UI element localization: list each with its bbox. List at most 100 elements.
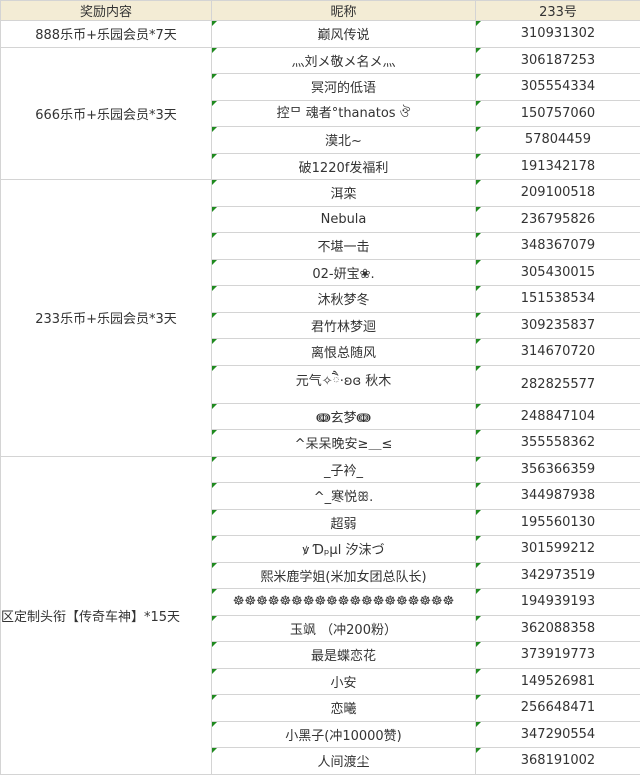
id-cell: 310931302 (476, 21, 640, 48)
cell-marker-icon (476, 48, 481, 53)
header-row: 奖励内容 昵称 233号 (1, 1, 640, 21)
id-cell: 355558362 (476, 430, 640, 457)
cell-marker-icon (476, 154, 481, 159)
reward-cell: 区定制头衔【传奇车神】*15天 (1, 456, 212, 774)
cell-marker-icon (476, 589, 481, 594)
nickname-cell: 沐秋梦冬 (212, 286, 476, 313)
cell-marker-icon (476, 642, 481, 647)
cell-marker-icon (212, 642, 217, 647)
cell-marker-icon (212, 536, 217, 541)
header-id: 233号 (476, 1, 640, 21)
nickname-cell: 恋曦 (212, 695, 476, 722)
table-body: 888乐币+乐园会员*7天巅风传说310931302666乐币+乐园会员*3天灬… (1, 21, 640, 775)
nickname-cell: 冥河的低语 (212, 74, 476, 101)
cell-marker-icon (476, 510, 481, 515)
cell-marker-icon (212, 180, 217, 185)
cell-marker-icon (212, 748, 217, 753)
nickname-cell: 控ᄆ 魂者°thanatos ঔ (212, 100, 476, 127)
id-cell: 195560130 (476, 509, 640, 536)
id-cell: 301599212 (476, 536, 640, 563)
cell-marker-icon (212, 510, 217, 515)
nickname-cell: 玉飒 （冲200粉） (212, 615, 476, 642)
cell-marker-icon (476, 21, 481, 26)
table-row: 233乐币+乐园会员*3天洱栾209100518 (1, 180, 640, 207)
nickname-cell: 破1220f发福利 (212, 153, 476, 180)
cell-marker-icon (476, 180, 481, 185)
reward-text: 233乐币+乐园会员*3天 (1, 308, 211, 327)
nickname-cell: 洱栾 (212, 180, 476, 207)
cell-marker-icon (476, 260, 481, 265)
id-cell: 306187253 (476, 47, 640, 74)
nickname-cell: 巅风传说 (212, 21, 476, 48)
cell-marker-icon (476, 313, 481, 318)
cell-marker-icon (212, 233, 217, 238)
table-row: 666乐币+乐园会员*3天灬刘メ敬メ名メ灬306187253 (1, 47, 640, 74)
header-reward: 奖励内容 (1, 1, 212, 21)
cell-marker-icon (212, 154, 217, 159)
nickname-cell: 小安 (212, 668, 476, 695)
nickname-cell: 漠北~ (212, 127, 476, 154)
nickname-cell: ^呆呆晚安≥＿≤ (212, 430, 476, 457)
cell-marker-icon (476, 483, 481, 488)
cell-marker-icon (212, 589, 217, 594)
cell-marker-icon (212, 74, 217, 79)
id-cell: 342973519 (476, 562, 640, 589)
id-cell: 191342178 (476, 153, 640, 180)
id-cell: 309235837 (476, 312, 640, 339)
id-cell: 256648471 (476, 695, 640, 722)
nickname-cell: Nebula (212, 206, 476, 233)
nickname-cell: 02-妍宝❀. (212, 259, 476, 286)
reward-text: 区定制头衔【传奇车神】*15天 (1, 606, 211, 625)
reward-cell: 666乐币+乐园会员*3天 (1, 47, 212, 180)
nickname-cell: ↈ玄梦ↈ (212, 403, 476, 430)
nickname-cell: 超弱 (212, 509, 476, 536)
cell-marker-icon (476, 722, 481, 727)
nickname-cell: 离恨总随风 (212, 339, 476, 366)
cell-marker-icon (212, 430, 217, 435)
id-cell: 236795826 (476, 206, 640, 233)
cell-marker-icon (212, 669, 217, 674)
table-row: 区定制头衔【传奇车神】*15天_子衿_356366359 (1, 456, 640, 483)
cell-marker-icon (212, 339, 217, 344)
cell-marker-icon (212, 616, 217, 621)
cell-marker-icon (476, 74, 481, 79)
cell-marker-icon (476, 127, 481, 132)
cell-marker-icon (212, 563, 217, 568)
cell-marker-icon (476, 339, 481, 344)
id-cell: 362088358 (476, 615, 640, 642)
reward-cell: 233乐币+乐园会员*3天 (1, 180, 212, 457)
cell-marker-icon (476, 669, 481, 674)
cell-marker-icon (212, 207, 217, 212)
nickname-cell: 灬刘メ敬メ名メ灬 (212, 47, 476, 74)
cell-marker-icon (212, 127, 217, 132)
id-cell: 282825577 (476, 365, 640, 403)
nickname-cell: ☸☸☸☸☸☸☸☸☸☸☸☸☸☸☸☸☸☸☸ (212, 589, 476, 616)
nickname-cell: ꝟ Ɗₚμl 汐沫づ (212, 536, 476, 563)
cell-marker-icon (476, 616, 481, 621)
nickname-cell: 不堪一击 (212, 233, 476, 260)
id-cell: 356366359 (476, 456, 640, 483)
cell-marker-icon (212, 48, 217, 53)
table-row: 888乐币+乐园会员*7天巅风传说310931302 (1, 21, 640, 48)
cell-marker-icon (212, 286, 217, 291)
nickname-cell: _子衿_ (212, 456, 476, 483)
cell-marker-icon (476, 430, 481, 435)
id-cell: 314670720 (476, 339, 640, 366)
id-cell: 151538534 (476, 286, 640, 313)
cell-marker-icon (476, 695, 481, 700)
id-cell: 368191002 (476, 748, 640, 775)
reward-cell: 888乐币+乐园会员*7天 (1, 21, 212, 48)
id-cell: 347290554 (476, 721, 640, 748)
cell-marker-icon (476, 404, 481, 409)
cell-marker-icon (212, 260, 217, 265)
id-cell: 305430015 (476, 259, 640, 286)
cell-marker-icon (476, 207, 481, 212)
cell-marker-icon (212, 722, 217, 727)
cell-marker-icon (476, 101, 481, 106)
cell-marker-icon (212, 21, 217, 26)
id-cell: 57804459 (476, 127, 640, 154)
header-nickname: 昵称 (212, 1, 476, 21)
cell-marker-icon (212, 457, 217, 462)
cell-marker-icon (476, 748, 481, 753)
cell-marker-icon (212, 313, 217, 318)
